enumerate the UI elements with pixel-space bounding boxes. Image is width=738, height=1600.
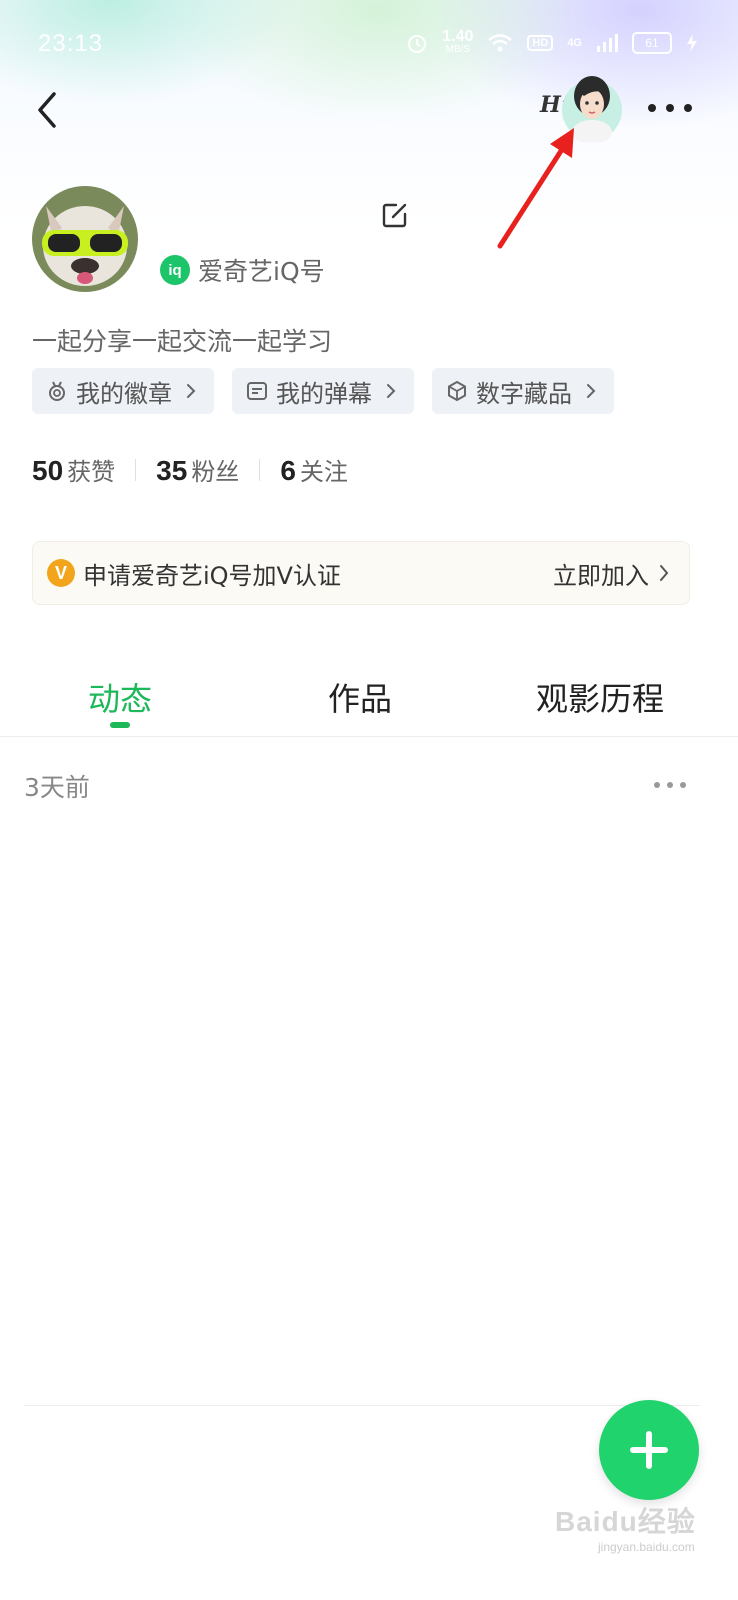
back-chevron-icon[interactable] [30,88,66,132]
stat-value: 50 [32,455,64,486]
plus-icon [630,1431,668,1469]
badge-icon [49,381,65,401]
tab-moments[interactable]: 动态 [88,674,152,720]
account-type-label: 爱奇艺iQ号 [198,257,325,286]
assistant-avatar[interactable] [556,70,622,142]
stat-value: 35 [156,455,188,486]
signal-icon [597,34,618,52]
create-post-button[interactable] [599,1400,699,1500]
content-divider [24,1405,700,1406]
join-now-label: 立即加入 [553,561,649,590]
stat-label: 粉丝 [191,458,240,486]
stat-likes[interactable]: 50 获赞 [32,452,115,487]
profile-bio: 一起分享一起交流一起学习 [32,327,333,356]
cube-icon [448,381,466,401]
chip-digital-collectibles[interactable]: 数字藏品 [432,368,614,414]
chevron-right-icon [660,565,669,581]
net-speed-unit: MB/S [445,44,471,55]
join-now-link[interactable]: 立即加入 [553,556,671,591]
stat-fans[interactable]: 35 粉丝 [156,452,239,487]
account-type: iq 爱奇艺iQ号 [160,252,325,288]
v-badge-icon: V [47,559,75,587]
watermark-sub: jingyan.baidu.com [598,1540,695,1554]
tab-viewing-history[interactable]: 观影历程 [536,674,664,720]
chevron-right-icon [587,384,596,398]
stat-label: 获赞 [67,458,116,486]
chip-my-badges[interactable]: 我的徽章 [32,368,214,414]
stat-divider [135,458,137,481]
danmaku-icon [247,382,267,400]
profile-chips: 我的徽章 我的弹幕 数字藏品 [32,368,614,414]
watermark: Baidu经验 [555,1506,696,1537]
status-bar: 23:13 1.40 MB/S HD 4G 61 [0,0,738,86]
status-time: 23:13 [38,30,104,57]
chip-label: 数字藏品 [476,379,572,408]
verify-text: 申请爱奇艺iQ号加V认证 [83,561,341,590]
tabs-divider [0,736,738,737]
edit-profile-icon[interactable] [380,200,410,230]
net-speed-value: 1.40 [442,28,474,45]
iq-logo-icon: iq [160,255,190,285]
net-speed: 1.40 MB/S [442,28,474,56]
stat-following[interactable]: 6 关注 [280,452,348,487]
chevron-right-icon [387,384,396,398]
chip-my-danmaku[interactable]: 我的弹幕 [232,368,414,414]
stat-value: 6 [280,455,296,486]
verify-banner[interactable]: V 申请爱奇艺iQ号加V认证 立即加入 [32,541,690,605]
alarm-icon [408,35,427,53]
stat-label: 关注 [299,458,348,486]
chip-label: 我的弹幕 [276,379,372,408]
stat-divider [259,458,261,481]
more-dots-icon[interactable] [646,100,694,116]
hd-badge: HD [527,35,554,51]
post-timestamp: 3天前 [24,773,90,802]
chevron-right-icon [187,384,196,398]
battery-indicator: 61 [632,32,672,54]
profile-avatar[interactable] [32,186,138,292]
signal-label: 4G [567,37,582,49]
tab-works[interactable]: 作品 [328,674,392,720]
status-icons: 1.40 MB/S HD 4G 61 [406,28,698,56]
active-tab-indicator [110,722,130,728]
wifi-icon [488,34,513,52]
post-more-icon[interactable] [652,780,688,790]
charging-icon [687,34,697,52]
chip-label: 我的徽章 [76,379,172,408]
profile-stats: 50 获赞 35 粉丝 6 关注 [32,452,348,487]
